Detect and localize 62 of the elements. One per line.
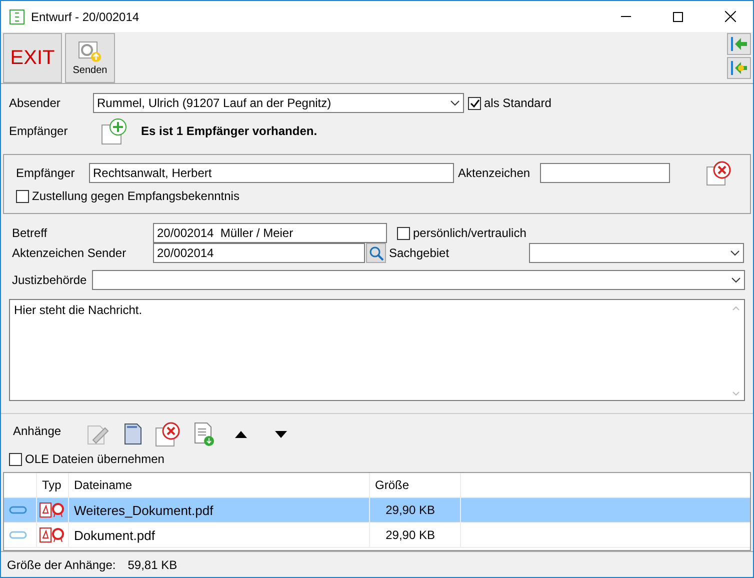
upload-icon: [78, 40, 102, 62]
field-label: Sachgebiet: [389, 246, 450, 260]
checkbox-label: OLE Dateien übernehmen: [25, 452, 164, 466]
section-label: Anhänge: [12, 423, 62, 438]
subject-field[interactable]: 20/002014 Müller / Meier: [153, 223, 387, 243]
field-label: Empfänger: [16, 166, 76, 180]
checkbox[interactable]: [468, 96, 481, 110]
maximize-icon: [673, 12, 683, 22]
table-cell: 29,90 KB: [370, 498, 461, 522]
recipient-count-text: Es ist 1 Empfänger vorhanden.: [141, 124, 318, 138]
field-label: Absender: [9, 96, 62, 110]
column-header: Größe: [370, 473, 461, 497]
back-cancel-button[interactable]: [727, 57, 751, 79]
sender-dropdown[interactable]: Rummel, Ulrich (91207 Lauf an der Pegnitz): [93, 93, 464, 113]
back-arrow-button[interactable]: [727, 33, 751, 55]
move-up-button[interactable]: [235, 430, 247, 438]
pdf-seal-icon: [39, 502, 65, 518]
attachment-row[interactable]: Dokument.pdf 29,90 KB: [4, 523, 750, 548]
paperclip-icon: [9, 531, 27, 539]
new-attachment-button[interactable]: [123, 422, 143, 446]
table-cell: Dokument.pdf: [69, 523, 370, 547]
authority-dropdown[interactable]: [92, 270, 745, 290]
message-textarea[interactable]: Hier steht die Nachricht.: [9, 299, 745, 401]
subject-area-dropdown[interactable]: [529, 243, 744, 263]
paperclip-icon: [9, 506, 27, 514]
column-header: Typ: [37, 473, 69, 497]
dropdown-caret-icon: [731, 277, 741, 283]
field-label: Justizbehörde: [11, 273, 88, 287]
reference-field[interactable]: [540, 163, 670, 183]
dropdown-caret-icon: [730, 250, 740, 256]
sender-reference-field[interactable]: 20/002014: [153, 243, 365, 263]
dropdown-caret-icon: [450, 100, 460, 106]
column-header: Dateiname: [69, 473, 370, 497]
remove-recipient-icon[interactable]: [706, 160, 732, 186]
field-label: Betreff: [11, 226, 48, 240]
window-title: Entwurf - 20/002014: [31, 10, 140, 24]
checkbox-label: Zustellung gegen Empfangsbekenntnis: [32, 189, 240, 203]
checkbox[interactable]: [9, 452, 22, 466]
checkbox[interactable]: [397, 226, 410, 240]
close-icon: [724, 11, 736, 22]
exit-button[interactable]: EXIT: [3, 33, 62, 83]
pdf-seal-icon: [39, 527, 65, 543]
table-cell: Weiteres_Dokument.pdf: [69, 498, 370, 522]
delete-attachment-button[interactable]: [155, 421, 181, 447]
app-icon: [9, 8, 25, 24]
status-value: 59,81 KB: [128, 558, 178, 572]
add-document-icon[interactable]: [101, 117, 129, 145]
move-down-button[interactable]: [275, 430, 287, 438]
field-label: Aktenzeichen: [457, 166, 532, 180]
minimize-icon: [621, 16, 631, 17]
table-cell: 29,90 KB: [370, 523, 461, 547]
checkbox-label: als Standard: [484, 96, 552, 110]
send-button[interactable]: Senden: [65, 33, 115, 83]
field-label: Empfänger: [9, 124, 69, 138]
status-label: Größe der Anhänge:: [7, 558, 116, 572]
checkbox-label: persönlich/vertraulich: [413, 226, 526, 240]
checkbox[interactable]: [16, 190, 29, 202]
import-attachment-button[interactable]: [193, 421, 215, 447]
field-label: Aktenzeichen Sender: [11, 246, 128, 260]
recipient-field[interactable]: Rechtsanwalt, Herbert: [89, 163, 454, 183]
attachment-row[interactable]: Weiteres_Dokument.pdf 29,90 KB: [4, 498, 750, 523]
search-button[interactable]: [366, 243, 386, 263]
